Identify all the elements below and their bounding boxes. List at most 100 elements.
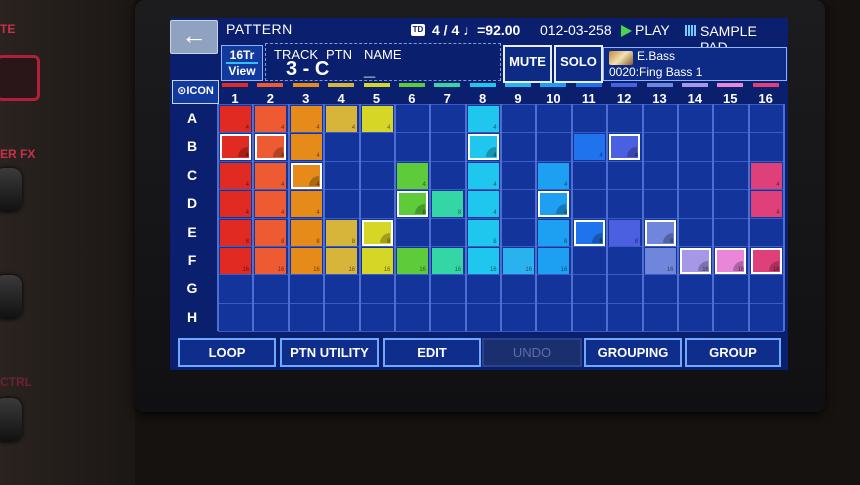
grid-row-divider	[218, 331, 784, 333]
hardware-knob[interactable]	[0, 275, 22, 319]
pattern-length: 16	[737, 267, 745, 273]
loop-setting-button[interactable]: LOOP SETTING	[178, 338, 276, 367]
pattern-cell[interactable]: 16	[467, 248, 499, 274]
pattern-cell[interactable]: 4	[220, 106, 251, 132]
track-15-header[interactable]: 15	[715, 83, 745, 106]
pattern-cell[interactable]: 16	[644, 248, 676, 274]
grouping-button[interactable]: GROUPING	[584, 338, 682, 367]
pattern-cell[interactable]: 16	[290, 248, 322, 274]
solo-button[interactable]: SOLO	[554, 45, 603, 83]
pattern-cell[interactable]: 16	[503, 248, 534, 274]
pattern-cell[interactable]: 4	[467, 162, 499, 189]
hardware-knob[interactable]	[0, 168, 22, 212]
track-13-header[interactable]: 13	[645, 83, 675, 106]
pattern-cell[interactable]: 4	[750, 191, 782, 218]
pattern-cell[interactable]: 8	[609, 219, 641, 246]
pattern-cell[interactable]: 4	[255, 191, 287, 218]
pattern-cell[interactable]: 4	[609, 134, 641, 161]
pattern-cell[interactable]: 4	[538, 191, 570, 218]
pattern-cell[interactable]: 8	[290, 219, 322, 246]
pattern-cell[interactable]: 4	[255, 134, 287, 161]
track-16-header[interactable]: 16	[751, 83, 781, 106]
pattern-cell[interactable]: 8	[538, 219, 570, 246]
track-8-header[interactable]: 8	[468, 83, 498, 106]
pattern-cell[interactable]: 16	[396, 248, 428, 274]
pattern-cell[interactable]: 4	[467, 106, 499, 132]
pattern-cell[interactable]: 16	[220, 248, 251, 274]
track-2-header[interactable]: 2	[255, 83, 285, 106]
track-7-header[interactable]: 7	[432, 83, 462, 106]
sample-pad-icon	[685, 25, 696, 36]
pattern-cell[interactable]: 4	[255, 106, 287, 132]
pattern-cell[interactable]: 4	[220, 162, 251, 189]
pattern-cell[interactable]: 4	[750, 162, 782, 189]
edit-button[interactable]: EDIT	[383, 338, 481, 367]
track-pattern-info[interactable]: TRACK PTN NAME 3 - C _	[265, 43, 501, 81]
pattern-length: 4	[493, 125, 497, 131]
icon-button[interactable]: ⊙ICON	[172, 80, 219, 104]
pattern-length: 4	[776, 210, 780, 217]
pattern-cell[interactable]: 4	[538, 162, 570, 189]
pattern-cell[interactable]: 8	[573, 219, 605, 246]
track-1-header[interactable]: 1	[220, 83, 250, 106]
hardware-panel: TE ER FX CTRL	[0, 0, 135, 485]
pattern-cell[interactable]: 4	[290, 162, 322, 189]
grid-column-divider	[641, 104, 644, 331]
group-button[interactable]: GROUP	[685, 338, 781, 367]
pattern-cell[interactable]: 8	[326, 219, 358, 246]
track-9-header[interactable]: 9	[503, 83, 533, 106]
icon-mode-icon: ⊙	[177, 85, 187, 97]
pattern-cell[interactable]: 8	[432, 191, 464, 218]
grid-column-divider	[676, 104, 679, 331]
pattern-cell[interactable]: 8	[220, 219, 251, 246]
pattern-cell[interactable]: 4	[326, 106, 358, 132]
pattern-cell[interactable]: 8	[467, 219, 499, 246]
grid-column-divider	[429, 104, 432, 331]
hardware-knob[interactable]	[0, 398, 22, 442]
pattern-cell[interactable]: 8	[396, 191, 428, 218]
pattern-cell[interactable]: 16	[715, 248, 747, 274]
track-10-header[interactable]: 10	[538, 83, 568, 106]
pattern-cell[interactable]: 4	[255, 162, 287, 189]
track-5-header[interactable]: 5	[362, 83, 392, 106]
pattern-cell[interactable]: 4	[573, 134, 605, 161]
pattern-length: 8	[599, 238, 603, 245]
pattern-cell[interactable]: 16	[361, 248, 393, 274]
track-view-button[interactable]: 16Tr View	[221, 45, 263, 81]
pattern-cell[interactable]: 16	[679, 248, 711, 274]
pattern-cell[interactable]: 8	[255, 219, 287, 246]
track-12-header[interactable]: 12	[609, 83, 639, 106]
pattern-cell[interactable]: 4	[467, 134, 499, 161]
pattern-cell[interactable]: 8	[644, 219, 676, 246]
pattern-cell[interactable]: 4	[220, 134, 251, 161]
pattern-cell[interactable]: 4	[290, 191, 322, 218]
track-4-header[interactable]: 4	[326, 83, 356, 106]
ptn-utility-button[interactable]: PTN UTILITY	[280, 338, 379, 367]
panel-label-top: TE	[0, 22, 16, 36]
track-11-header[interactable]: 11	[574, 83, 604, 106]
pattern-cell[interactable]: 16	[538, 248, 570, 274]
pattern-cell[interactable]: 16	[326, 248, 358, 274]
pattern-length: 8	[634, 238, 639, 245]
track-6-header[interactable]: 6	[397, 83, 427, 106]
grid-column-divider	[464, 104, 467, 331]
track-color-bar	[681, 83, 708, 87]
track-14-header[interactable]: 14	[680, 83, 710, 106]
pattern-cell[interactable]: 16	[255, 248, 287, 274]
back-button[interactable]: ←	[170, 20, 218, 54]
hardware-red-button[interactable]	[0, 55, 40, 101]
pattern-cell[interactable]: 16	[750, 248, 782, 274]
mute-button[interactable]: MUTE	[503, 45, 552, 83]
pattern-cell[interactable]: 4	[290, 134, 322, 161]
pattern-cell[interactable]: 4	[396, 162, 428, 189]
pattern-cell[interactable]: 16	[432, 248, 464, 274]
pattern-row-E-label: E	[187, 223, 197, 240]
instrument-selector[interactable]: E.Bass 0020:Fing Bass 1	[603, 47, 787, 81]
pattern-cell[interactable]: 4	[361, 106, 393, 132]
pattern-cell[interactable]: 4	[290, 106, 322, 132]
pattern-cell[interactable]: 4	[467, 191, 499, 218]
pattern-cell[interactable]: 8	[361, 219, 393, 246]
pattern-cell[interactable]: 4	[220, 191, 251, 218]
pattern-length: 8	[387, 238, 391, 245]
track-3-header[interactable]: 3	[291, 83, 321, 106]
